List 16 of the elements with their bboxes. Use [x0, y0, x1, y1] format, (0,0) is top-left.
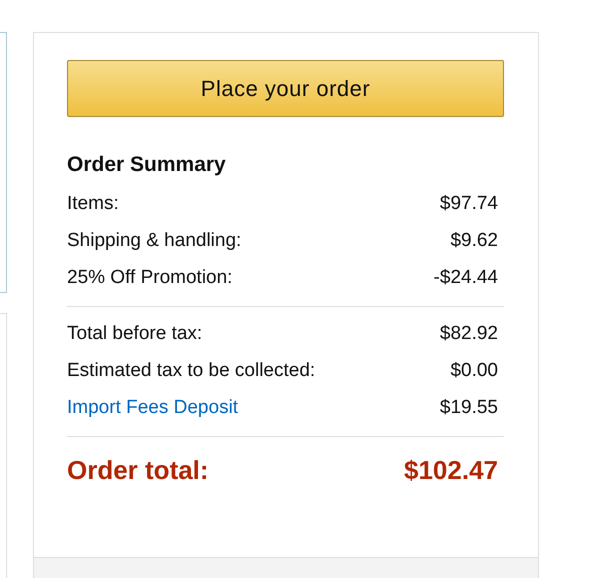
line-label: Items:: [67, 192, 119, 216]
line-label: Estimated tax to be collected:: [67, 358, 316, 382]
fee-link[interactable]: Import Fees Deposit: [67, 388, 238, 426]
line-amount: $19.55: [440, 396, 498, 420]
line-label: 25% Off Promotion:: [67, 266, 232, 290]
line-amount: $9.62: [450, 228, 498, 252]
line-amount: -$24.44: [434, 266, 498, 290]
total-amount: $102.47: [404, 454, 498, 486]
total-label: Order total:: [67, 454, 209, 486]
line-amount: $0.00: [450, 358, 498, 382]
place-order-button[interactable]: Place your order: [67, 60, 504, 117]
line-label: Shipping & handling:: [67, 228, 242, 252]
line-label: Total before tax:: [67, 322, 202, 346]
line-amount: $82.92: [440, 322, 498, 346]
summary-title: Order Summary: [67, 152, 227, 178]
line-amount: $97.74: [440, 192, 498, 216]
